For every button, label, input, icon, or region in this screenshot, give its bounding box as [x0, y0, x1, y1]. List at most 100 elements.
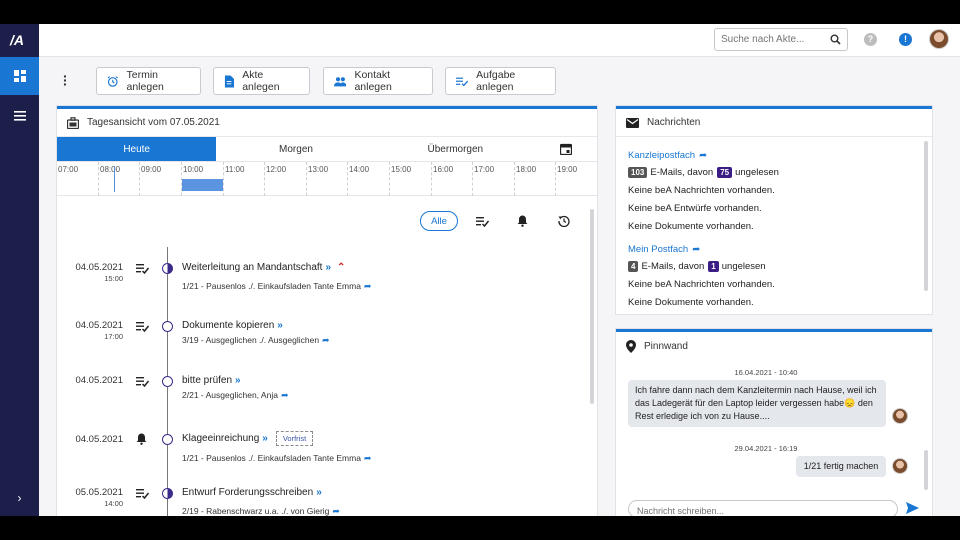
double-chevron-icon: »: [316, 487, 322, 498]
entry-title[interactable]: Klageeinreichung» Vorfrist: [182, 431, 314, 446]
termin-anlegen-label: Termin anlegen: [126, 69, 164, 93]
pinboard-header: Pinnwand: [616, 332, 932, 360]
tab-uebermorgen[interactable]: Übermorgen: [376, 137, 535, 161]
pin-post: 1/21 fertig machen: [796, 456, 886, 477]
day-tabs: Heute Morgen Übermorgen: [57, 137, 597, 162]
status-dot: [162, 488, 173, 499]
search-icon[interactable]: [830, 34, 841, 45]
bell-icon: [136, 433, 147, 445]
menu-nav-button[interactable]: [0, 101, 39, 131]
side-rail: /A ›: [0, 24, 39, 516]
help-icon[interactable]: ?: [864, 33, 877, 46]
task-icon: [136, 489, 149, 499]
status-dot: [162, 434, 173, 445]
user-avatar[interactable]: [929, 29, 949, 49]
hour-timeline: 07:00 08:00 09:00 10:00 11:00 12:00 13:0…: [57, 162, 597, 196]
timeline-entry[interactable]: 04.05.2021 15:00 Weiterleitung an Mandan…: [57, 262, 587, 314]
high-priority-icon: ⌃: [337, 262, 346, 273]
email-count-badge: 103: [628, 166, 648, 178]
email-count-text: E-Mails, davon: [641, 260, 705, 272]
hour-label: 16:00: [433, 165, 454, 174]
envelope-icon: [626, 117, 639, 128]
chevron-right-icon: ›: [17, 491, 22, 505]
app-screen: /A › ? ! ··· Termin anlegen Akte anlegen: [0, 24, 960, 516]
mein-postfach-link[interactable]: Mein Postfach ➦: [628, 241, 920, 257]
day-view-card: Tagesansicht vom 07.05.2021 Heute Morgen…: [57, 106, 597, 516]
forward-arrow-icon: ➦: [699, 149, 708, 161]
calendar-button[interactable]: [535, 137, 597, 161]
hour-label: 12:00: [266, 165, 287, 174]
entry-title[interactable]: Dokumente kopieren»: [182, 320, 283, 331]
history-filter-icon[interactable]: [558, 215, 570, 227]
entry-date: 04.05.2021: [75, 262, 123, 273]
task-filter-icon[interactable]: [476, 216, 489, 227]
day-view-header: Tagesansicht vom 07.05.2021: [57, 109, 597, 137]
vorfrist-badge: Vorfrist: [275, 431, 314, 446]
briefcase-icon: [67, 116, 79, 129]
entry-case[interactable]: 3/19 - Ausgeglichen ./. Ausgeglichen ➦: [182, 335, 330, 346]
aufgabe-anlegen-label: Aufgabe anlegen: [476, 69, 516, 93]
hour-label: 13:00: [308, 165, 329, 174]
double-chevron-icon: »: [262, 433, 268, 445]
bell-filter-icon[interactable]: [517, 215, 528, 227]
notification-icon[interactable]: !: [899, 33, 912, 46]
pinboard-scrollbar[interactable]: [924, 450, 928, 490]
top-bar: ? !: [39, 24, 960, 57]
entry-title-text: Entwurf Forderungsschreiben: [182, 487, 314, 498]
entry-title[interactable]: Entwurf Forderungsschreiben»: [182, 487, 322, 498]
day-view-scrollbar[interactable]: [590, 209, 594, 404]
tab-heute[interactable]: Heute: [57, 137, 217, 161]
entry-case[interactable]: 1/21 - Pausenlos ./. Einkaufsladen Tante…: [182, 453, 371, 464]
status-line: Keine Dokumente vorhanden.: [628, 220, 754, 232]
hour-label: 08:00: [100, 165, 121, 174]
entry-case-text: 2/19 - Rabenschwarz u.a. ./. von Gierig: [182, 506, 330, 516]
tab-morgen[interactable]: Morgen: [216, 137, 375, 161]
entry-title[interactable]: bitte prüfen»: [182, 375, 241, 386]
current-time-marker: [114, 166, 115, 192]
email-count-text: E-Mails, davon: [650, 166, 714, 178]
kanzleipostfach-link[interactable]: Kanzleipostfach ➦: [628, 147, 920, 163]
hour-divider: [514, 162, 515, 196]
entry-case[interactable]: 2/19 - Rabenschwarz u.a. ./. von Gierig ➦: [182, 506, 340, 516]
kontakt-anlegen-button[interactable]: Kontakt anlegen: [323, 67, 433, 95]
akte-anlegen-label: Akte anlegen: [242, 69, 280, 93]
unread-text: ungelesen: [735, 166, 779, 178]
search-input[interactable]: [721, 29, 826, 50]
hour-divider: [389, 162, 390, 196]
entry-title-text: Weiterleitung an Mandantschaft: [182, 262, 323, 273]
filter-all-button[interactable]: Alle: [420, 211, 458, 231]
double-chevron-icon: »: [235, 375, 241, 386]
akte-anlegen-button[interactable]: Akte anlegen: [213, 67, 310, 95]
entry-case[interactable]: 1/21 - Pausenlos ./. Einkaufsladen Tante…: [182, 281, 371, 292]
forward-arrow-icon: ➦: [322, 335, 330, 345]
hour-divider: [431, 162, 432, 196]
entry-title[interactable]: Weiterleitung an Mandantschaft» ⌃: [182, 262, 345, 273]
timeline-entry[interactable]: 04.05.2021 bitte prüfen» 2/21 - Ausgegli…: [57, 375, 587, 427]
entry-case[interactable]: 2/21 - Ausgeglichen, Anja ➦: [182, 390, 288, 401]
entry-case-text: 1/21 - Pausenlos ./. Einkaufsladen Tante…: [182, 453, 361, 463]
dashboard-nav-button[interactable]: [0, 57, 39, 95]
appointment-block[interactable]: [182, 179, 223, 191]
send-icon[interactable]: [906, 502, 919, 514]
hour-divider: [555, 162, 556, 196]
entry-time: 15:00: [104, 274, 123, 283]
forward-arrow-icon: ➦: [332, 506, 340, 516]
filter-bar: Alle: [420, 211, 598, 233]
aufgabe-anlegen-button[interactable]: Aufgabe anlegen: [445, 67, 556, 95]
messages-scrollbar[interactable]: [924, 141, 928, 291]
email-count-badge: 4: [628, 260, 639, 272]
timeline-entry[interactable]: 04.05.2021 Klageeinreichung» Vorfrist 1/2…: [57, 431, 587, 483]
expand-rail-button[interactable]: ›: [0, 486, 39, 510]
pin-message-input[interactable]: [637, 503, 887, 516]
more-options-icon[interactable]: · · ·: [63, 69, 69, 91]
entry-date: 04.05.2021: [75, 320, 123, 331]
timeline-entry[interactable]: 04.05.2021 17:00 Dokumente kopieren» 3/1…: [57, 320, 587, 372]
hour-divider: [98, 162, 99, 196]
termin-anlegen-button[interactable]: Termin anlegen: [96, 67, 201, 95]
status-line: Keine Dokumente vorhanden.: [628, 296, 754, 308]
status-dot: [162, 263, 173, 274]
post-date: 29.04.2021 - 16:19: [734, 444, 798, 453]
timeline-entry[interactable]: 05.05.2021 14:00 Entwurf Forderungsschre…: [57, 487, 587, 516]
app-logo[interactable]: /A: [10, 32, 30, 48]
entry-date: 04.05.2021: [75, 434, 123, 445]
